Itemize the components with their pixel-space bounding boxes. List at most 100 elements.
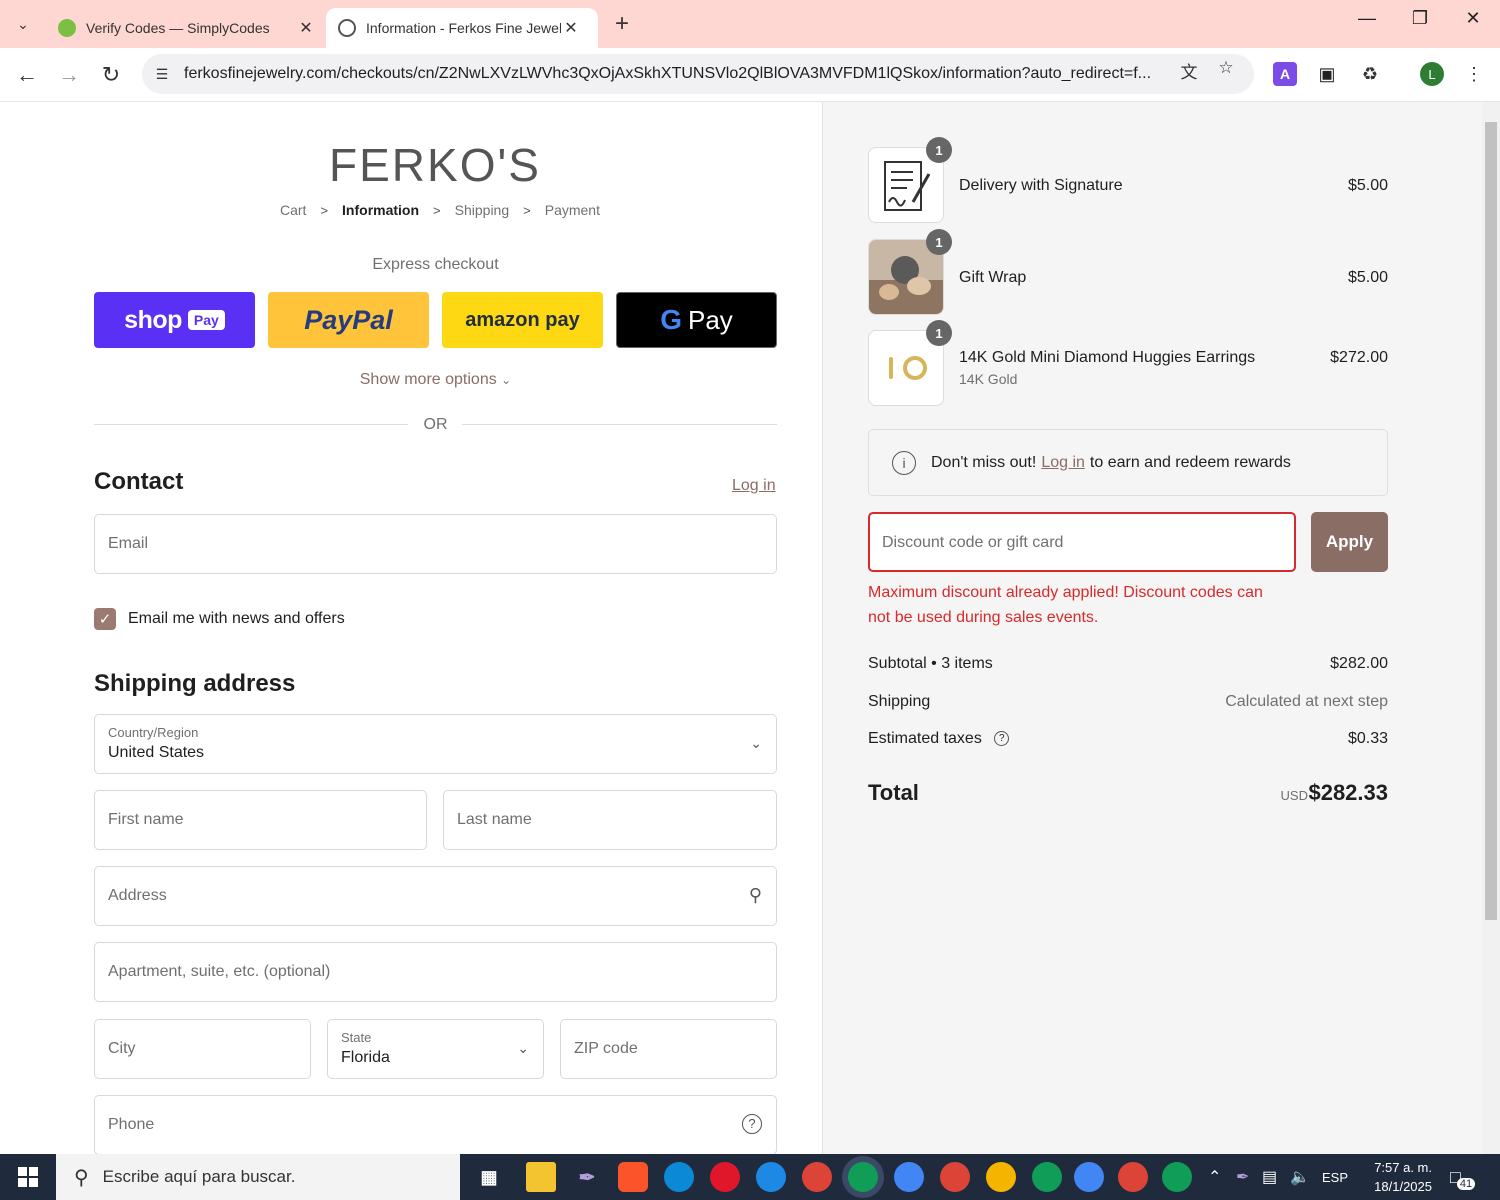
apply-discount-button[interactable]: Apply [1311,512,1388,572]
chrome-active-icon[interactable] [848,1162,878,1192]
extensions-puzzle-icon[interactable]: ♻ [1358,62,1382,86]
apartment-field[interactable]: Apartment, suite, etc. (optional) [94,942,777,1002]
chrome-icon[interactable] [986,1162,1016,1192]
search-icon: ⚲ [748,885,762,905]
address-bar[interactable]: ☰ ferkosfinejewelry.com/checkouts/cn/Z2N… [142,54,1254,94]
line-item: 1 Delivery with Signature $5.00 [868,137,1388,223]
close-window-icon[interactable]: ✕ [1448,8,1498,38]
line-item: 1 14K Gold Mini Diamond Huggies Earrings… [868,320,1388,406]
site-info-icon[interactable]: ☰ [152,64,172,84]
edge-browser-icon[interactable] [664,1162,694,1192]
taskbar-clock[interactable]: 7:57 a. m. 18/1/2025 [1352,1158,1432,1196]
network-icon[interactable]: ▤ [1262,1154,1277,1200]
email-field[interactable]: Email [94,514,777,574]
chevron-down-icon: ⌄ [517,1040,529,1056]
chrome-icon[interactable] [802,1162,832,1192]
discount-placeholder: Discount code or gift card [882,534,1064,551]
last-name-field[interactable]: Last name [443,790,777,850]
language-indicator[interactable]: ESP [1322,1154,1348,1200]
store-logo[interactable]: FERKO'S [0,138,870,192]
profile-avatar[interactable]: L [1420,62,1444,86]
bookmark-star-icon[interactable]: ☆ [1215,58,1237,80]
chevron-right-icon: > [523,202,531,218]
google-pay-button[interactable]: G Pay [616,292,777,348]
address-placeholder: Address [108,887,167,904]
restore-icon[interactable]: ❐ [1395,8,1445,38]
chevron-right-icon: > [433,202,441,218]
app-arrow-icon[interactable] [756,1162,786,1192]
item-price: $272.00 [1330,349,1388,366]
rewards-prefix: Don't miss out! [931,453,1037,471]
phone-field[interactable]: Phone ? [94,1095,777,1154]
tab-simplycodes[interactable]: Verify Codes — SimplyCodes ✕ [50,8,320,48]
breadcrumb-payment: Payment [544,202,600,218]
chrome-icon[interactable] [1074,1162,1104,1192]
discount-code-input[interactable]: Discount code or gift card [868,512,1296,572]
amazon-pay-button[interactable]: amazon pay [442,292,603,348]
translate-icon[interactable]: 文 [1178,58,1200,82]
file-explorer-icon[interactable] [526,1162,556,1192]
state-select[interactable]: State Florida ⌄ [327,1019,544,1079]
zip-field[interactable]: ZIP code [560,1019,777,1079]
chrome-icon[interactable] [1118,1162,1148,1192]
opera-browser-icon[interactable] [710,1162,740,1192]
chrome-icon[interactable] [894,1162,924,1192]
item-variant: 14K Gold [959,371,1018,387]
login-link[interactable]: Log in [732,477,776,495]
tray-feather-icon[interactable]: ✒ [1236,1154,1249,1200]
notifications-icon[interactable]: □ 41 [1450,1154,1476,1200]
first-name-field[interactable]: First name [94,790,427,850]
tab-close-icon[interactable]: ✕ [561,18,581,38]
taxes-label: Estimated taxes [868,730,982,747]
more-menu-icon[interactable]: ⋮ [1462,62,1486,86]
checkout-main: FERKO'S Cart > Information > Shipping > … [0,102,822,1154]
forward-arrow-icon[interactable]: → [54,60,84,90]
shop-pay-button[interactable]: shop Pay [94,292,255,348]
item-name: Gift Wrap [959,269,1027,286]
newsletter-checkbox[interactable]: ✓ [94,608,116,630]
city-field[interactable]: City [94,1019,311,1079]
page-scrollbar[interactable] [1482,102,1500,1154]
volume-icon[interactable]: 🔈 [1290,1154,1310,1200]
tab-search-chevron-icon[interactable]: ⌄ [8,10,38,38]
minimize-icon[interactable]: — [1342,8,1392,38]
rewards-banner: i Don't miss out! Log in to earn and red… [868,429,1388,496]
paypal-button[interactable]: PayPal [268,292,429,348]
country-select[interactable]: Country/Region United States ⌄ [94,714,777,774]
show-more-options-link[interactable]: Show more options ⌄ [94,371,777,389]
scrollbar-thumb[interactable] [1485,122,1497,920]
tab-title: Verify Codes — SimplyCodes [86,20,270,36]
reload-icon[interactable]: ↻ [96,60,126,90]
taskbar-search[interactable]: ⚲ Escribe aquí para buscar. [56,1154,460,1200]
phone-placeholder: Phone [108,1116,155,1133]
breadcrumb-cart[interactable]: Cart [280,202,306,218]
chrome-icon[interactable] [1162,1162,1192,1192]
total-currency: USD [1280,788,1308,803]
url-text[interactable]: ferkosfinejewelry.com/checkouts/cn/Z2NwL… [184,65,1164,83]
extension-a-icon[interactable]: A [1273,62,1297,86]
tab-close-icon[interactable]: ✕ [296,18,316,38]
new-tab-button[interactable]: + [608,10,636,38]
total-row: Total USD $282.33 [868,780,1388,810]
help-circle-icon[interactable]: ? [742,1114,762,1134]
rewards-login-link[interactable]: Log in [1041,454,1085,472]
task-view-icon[interactable]: ▦ [474,1162,504,1192]
tray-chevron-up-icon[interactable]: ⌃ [1208,1154,1221,1200]
windows-start-icon[interactable] [0,1154,56,1200]
help-circle-icon[interactable]: ? [994,731,1010,747]
search-icon: ⚲ [74,1166,89,1189]
tab-ferkos[interactable]: Information - Ferkos Fine Jewelry ✕ [326,8,598,48]
chrome-icon[interactable] [1032,1162,1062,1192]
apartment-placeholder: Apartment, suite, etc. (optional) [108,963,331,980]
extension-panel-icon[interactable]: ▣ [1315,62,1339,86]
back-arrow-icon[interactable]: ← [12,60,42,90]
brave-browser-icon[interactable] [618,1162,648,1192]
newsletter-checkbox-row[interactable]: ✓ Email me with news and offers [94,608,345,630]
chrome-icon[interactable] [940,1162,970,1192]
item-price: $5.00 [1347,177,1388,194]
feather-app-icon[interactable]: ✒ [572,1162,602,1192]
shop-pay-wordmark: shop [124,305,182,334]
clock-date: 18/1/2025 [1374,1179,1432,1194]
shipping-label: Shipping [868,693,931,710]
address-field[interactable]: Address ⚲ [94,866,777,926]
